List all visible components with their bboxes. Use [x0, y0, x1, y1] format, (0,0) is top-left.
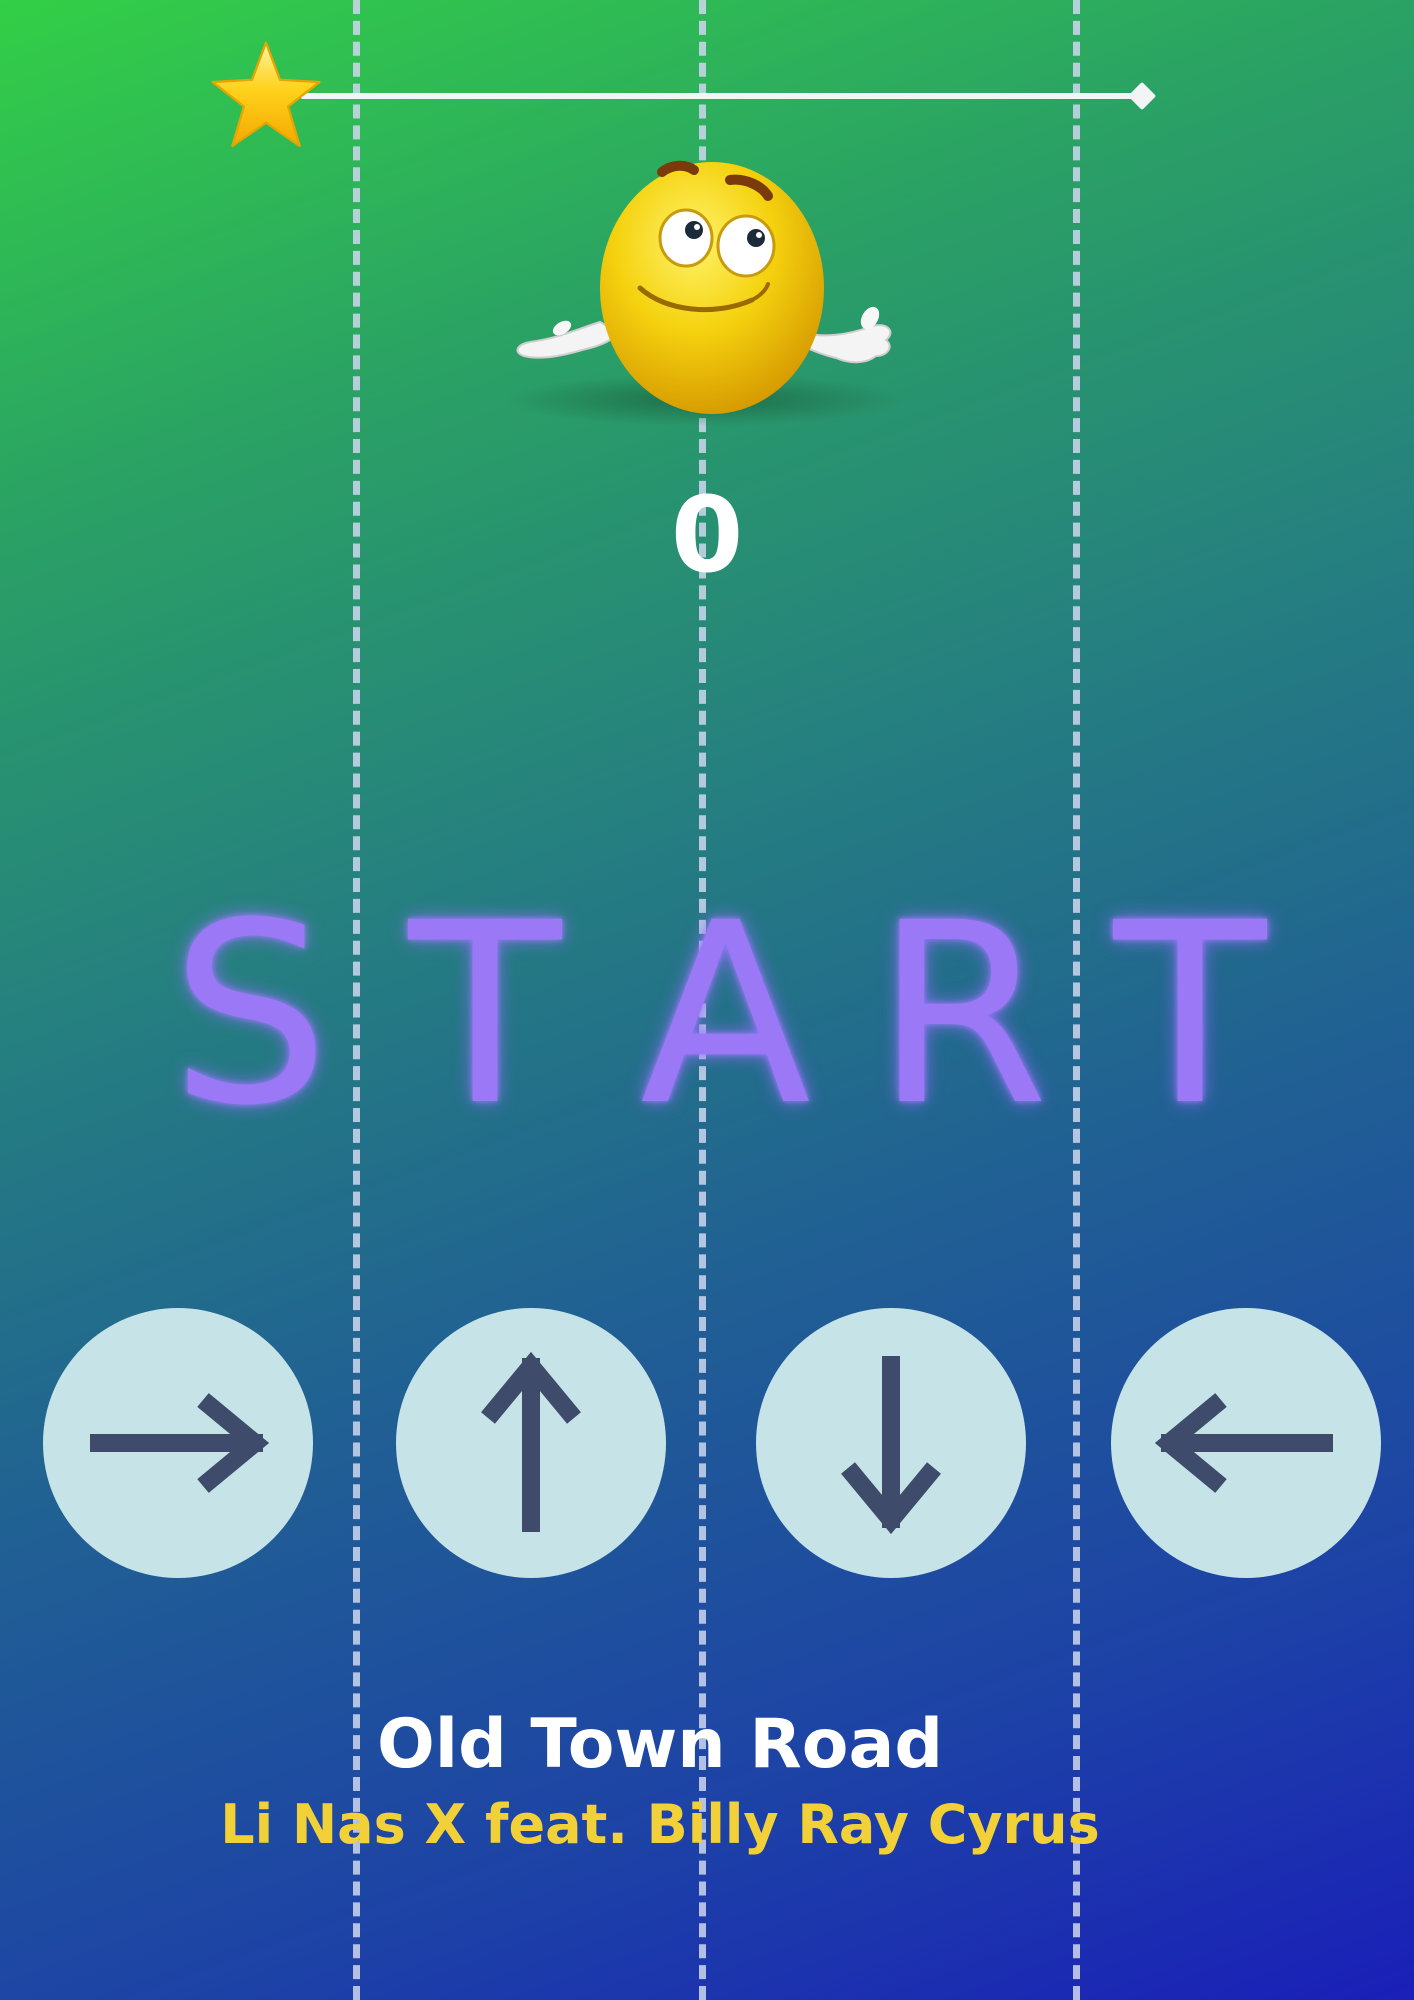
up-arrow-icon: [481, 1351, 581, 1532]
left-arrow-button[interactable]: [1111, 1308, 1381, 1578]
start-letter-a: A: [640, 869, 812, 1160]
song-artist: Li Nas X feat. Billy Ray Cyrus: [220, 1793, 1100, 1856]
diamond-icon: [1127, 81, 1157, 111]
star-icon: [211, 41, 321, 148]
start-button[interactable]: S T A R T: [170, 869, 1270, 1160]
left-arrow-icon: [1154, 1393, 1333, 1493]
start-letter-t2: T: [1113, 869, 1267, 1160]
start-letter-r: R: [875, 869, 1049, 1160]
right-arrow-button[interactable]: [43, 1308, 313, 1578]
start-letter-t: T: [408, 869, 562, 1160]
song-progress-track: [300, 93, 1138, 99]
down-arrow-button[interactable]: [756, 1308, 1026, 1578]
score-counter: 0: [670, 474, 744, 596]
song-title: Old Town Road: [376, 1705, 944, 1784]
right-arrow-icon: [90, 1393, 270, 1493]
down-arrow-icon: [841, 1356, 941, 1535]
up-arrow-button[interactable]: [396, 1308, 666, 1578]
start-letter-s: S: [170, 869, 330, 1160]
